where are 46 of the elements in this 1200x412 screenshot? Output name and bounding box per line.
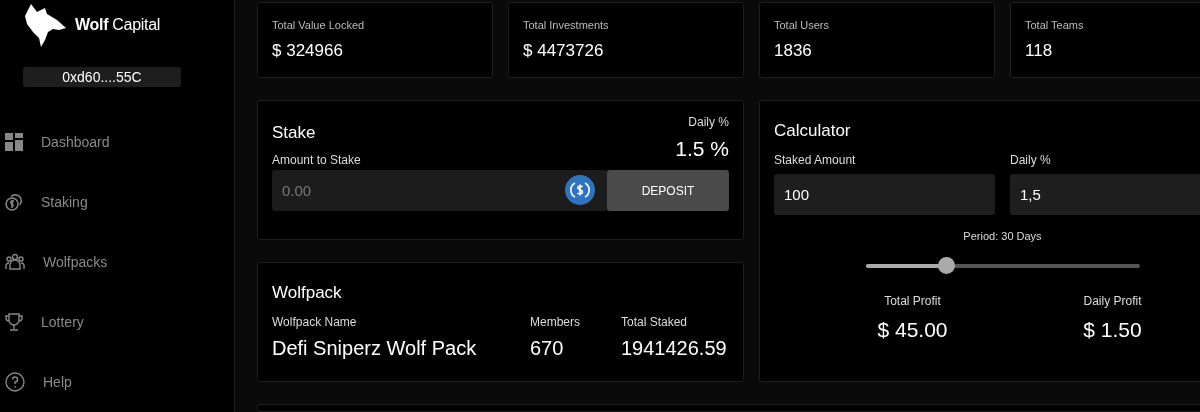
column-value: Defi Sniperz Wolf Pack	[272, 337, 478, 360]
wallet-address-button[interactable]: 0xd60....55C	[23, 67, 181, 87]
sidebar-item[interactable]: Wolfpacks	[43, 254, 108, 270]
daily-value: 1.5 %	[675, 137, 729, 161]
card-title: Wolfpack	[272, 283, 343, 303]
help-icon	[5, 372, 25, 392]
trophy-icon	[5, 313, 23, 331]
stat-label: Total Value Locked	[272, 19, 366, 31]
card-title: Stake	[272, 123, 317, 143]
period-label: Period: 30 Days	[963, 230, 1042, 242]
stat-label: Total Investments	[523, 19, 610, 31]
column-label: Wolfpack Name	[272, 315, 358, 329]
stat-value: 118	[1025, 41, 1054, 61]
people-icon	[5, 253, 25, 271]
column-value: 670	[530, 337, 565, 360]
stat-value: 1836	[774, 41, 813, 61]
result-value: $ 45.00	[877, 318, 948, 342]
slider-thumb[interactable]	[938, 257, 956, 274]
amount-input-field[interactable]: 0.00	[272, 170, 607, 211]
sidebar-item[interactable]: Lottery	[41, 314, 84, 330]
column-value: 1941426.59	[621, 337, 727, 360]
result-label: Total Profit	[884, 294, 941, 308]
column-label: Total Staked	[621, 315, 689, 329]
daily-percent-field[interactable]: 1,5	[1010, 174, 1200, 215]
stat-value: $ 4473726	[523, 41, 605, 61]
sidebar-item[interactable]: Help	[43, 374, 72, 390]
dashboard-icon	[5, 133, 23, 151]
stat-label: Total Teams	[1025, 19, 1085, 31]
stat-label: Total Users	[774, 19, 831, 31]
coin-icon	[565, 175, 595, 205]
field-label: Daily %	[1010, 153, 1052, 167]
deposit-button[interactable]: DEPOSIT	[607, 170, 729, 211]
coins-icon	[5, 193, 23, 211]
column-label: Members	[530, 315, 581, 329]
brand-name: Wolf Capital	[75, 16, 161, 34]
staked-amount-field[interactable]: 100	[774, 174, 995, 215]
sidebar-item[interactable]: Staking	[41, 194, 88, 210]
field-label: Staked Amount	[774, 153, 857, 167]
field-label: Amount to Stake	[272, 153, 361, 167]
sidebar-item[interactable]: Dashboard	[41, 134, 110, 150]
stat-value: $ 324966	[272, 41, 344, 61]
result-value: $ 1.50	[1083, 318, 1142, 342]
daily-label: Daily %	[688, 115, 729, 129]
card-title: Calculator	[774, 121, 852, 141]
result-label: Daily Profit	[1083, 294, 1142, 308]
wolf-logo-icon	[23, 2, 67, 48]
